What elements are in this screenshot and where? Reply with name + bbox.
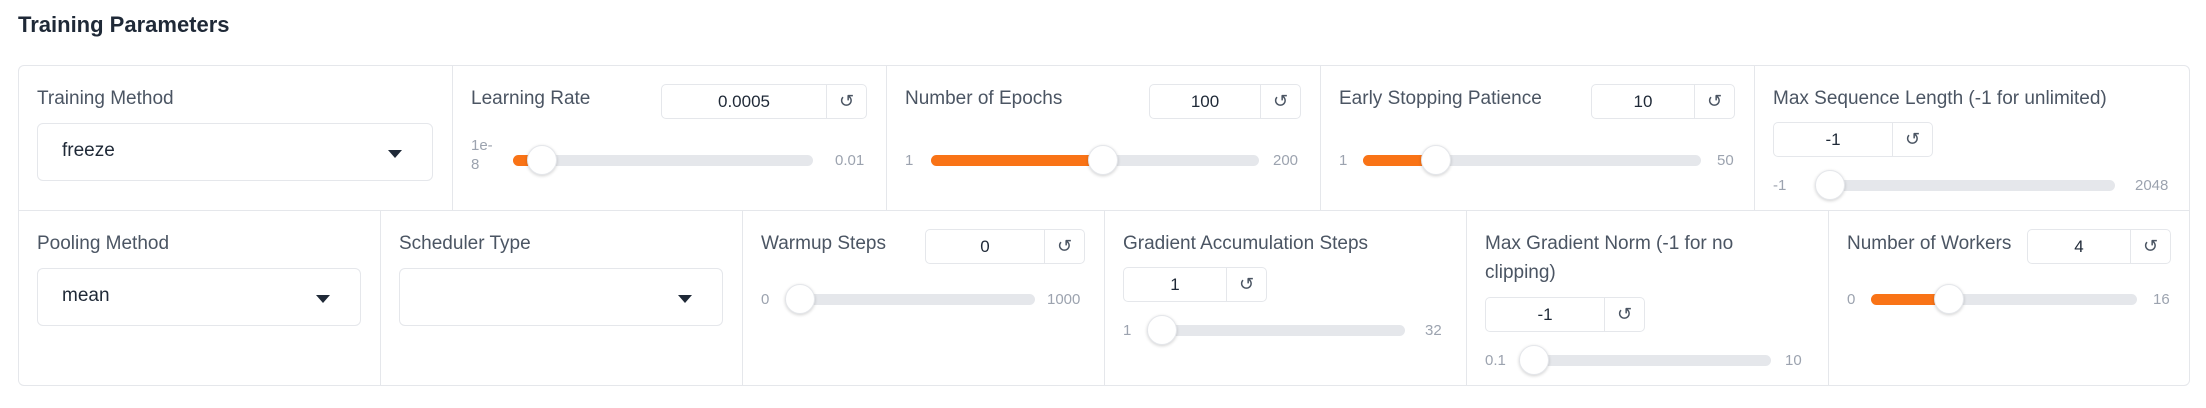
training-method-label: Training Method [37,88,174,109]
scheduler-type-dropdown[interactable] [399,268,723,326]
learning-rate-slider-handle[interactable] [527,145,558,175]
reset-icon[interactable]: ↺ [2130,230,2170,263]
num-epochs-cell: Number of Epochs ↺ 1 200 [887,66,1321,210]
parameters-row-1: Training Method freeze Learning Rate ↺ 1… [19,66,2189,211]
early-stopping-slider-handle[interactable] [1421,145,1452,175]
grad-accum-input[interactable] [1124,268,1226,301]
num-workers-cell: Number of Workers ↺ 0 16 [1829,211,2189,385]
early-stopping-max-label: 50 [1717,152,1734,169]
chevron-down-icon [678,295,692,303]
max-seq-len-max-label: 2048 [2135,177,2169,194]
grad-accum-slider[interactable] [1147,315,1405,345]
num-workers-max-label: 16 [2153,291,2170,308]
warmup-steps-input[interactable] [926,230,1044,263]
scheduler-type-cell: Scheduler Type [381,211,743,385]
max-grad-norm-slider-handle[interactable] [1519,345,1549,375]
grad-accum-max-label: 32 [1425,322,1442,339]
learning-rate-input[interactable] [662,85,826,118]
max-seq-len-input[interactable] [1774,123,1892,156]
num-epochs-slider[interactable] [931,145,1259,175]
training-parameters-panel: Training Method freeze Learning Rate ↺ 1… [18,65,2190,386]
early-stopping-input[interactable] [1592,85,1694,118]
reset-icon[interactable]: ↺ [1226,268,1266,301]
max-grad-norm-slider[interactable] [1519,345,1771,375]
num-workers-min-label: 0 [1847,291,1856,308]
max-seq-len-cell: Max Sequence Length (-1 for unlimited) ↺… [1755,66,2189,210]
num-epochs-number-box: ↺ [1149,84,1301,119]
max-grad-norm-label: Max Gradient Norm (-1 for no clipping) [1485,233,1734,283]
pooling-method-dropdown[interactable]: mean [37,268,361,326]
warmup-steps-label: Warmup Steps [761,233,886,254]
max-grad-norm-input[interactable] [1486,298,1604,331]
warmup-steps-slider[interactable] [785,284,1035,314]
pooling-method-value: mean [62,285,110,306]
learning-rate-cell: Learning Rate ↺ 1e-8 0.01 [453,66,887,210]
grad-accum-number-box: ↺ [1123,267,1267,302]
max-grad-norm-min-label: 0.1 [1485,352,1506,369]
warmup-steps-slider-handle[interactable] [785,284,815,314]
parameters-row-2: Pooling Method mean Scheduler Type Warmu… [19,211,2189,385]
reset-icon[interactable]: ↺ [1604,298,1644,331]
chevron-down-icon [388,150,402,158]
early-stopping-min-label: 1 [1339,152,1348,169]
num-workers-slider[interactable] [1871,284,2137,314]
early-stopping-number-box: ↺ [1591,84,1735,119]
training-method-value: freeze [62,140,115,161]
grad-accum-label: Gradient Accumulation Steps [1123,233,1369,254]
learning-rate-slider[interactable] [513,145,813,175]
learning-rate-max-label: 0.01 [835,152,865,169]
max-seq-len-slider[interactable] [1815,170,2115,200]
reset-icon[interactable]: ↺ [826,85,866,118]
max-grad-norm-cell: Max Gradient Norm (-1 for no clipping) ↺… [1467,211,1829,385]
scheduler-type-label: Scheduler Type [399,233,531,254]
early-stopping-label: Early Stopping Patience [1339,88,1542,109]
num-epochs-slider-handle[interactable] [1087,145,1118,175]
learning-rate-number-box: ↺ [661,84,867,119]
max-seq-len-number-box: ↺ [1773,122,1933,157]
num-epochs-input[interactable] [1150,85,1260,118]
early-stopping-slider[interactable] [1363,145,1701,175]
num-epochs-max-label: 200 [1273,152,1299,169]
max-grad-norm-number-box: ↺ [1485,297,1645,332]
max-grad-norm-max-label: 10 [1785,352,1802,369]
learning-rate-min-label: 1e-8 [471,137,493,173]
reset-icon[interactable]: ↺ [1892,123,1932,156]
grad-accum-min-label: 1 [1123,322,1132,339]
max-seq-len-min-label: -1 [1773,177,1787,194]
num-workers-slider-handle[interactable] [1933,284,1964,314]
reset-icon[interactable]: ↺ [1044,230,1084,263]
pooling-method-cell: Pooling Method mean [19,211,381,385]
chevron-down-icon [316,295,330,303]
training-method-cell: Training Method freeze [19,66,453,210]
section-title: Training Parameters [18,12,230,37]
training-method-dropdown[interactable]: freeze [37,123,433,181]
max-seq-len-slider-handle[interactable] [1815,170,1845,200]
num-workers-number-box: ↺ [2027,229,2171,264]
warmup-steps-number-box: ↺ [925,229,1085,264]
num-workers-label: Number of Workers [1847,233,2012,254]
warmup-steps-min-label: 0 [761,291,770,308]
warmup-steps-cell: Warmup Steps ↺ 0 1000 [743,211,1105,385]
num-workers-input[interactable] [2028,230,2130,263]
num-epochs-min-label: 1 [905,152,914,169]
reset-icon[interactable]: ↺ [1694,85,1734,118]
warmup-steps-max-label: 1000 [1047,291,1081,308]
early-stopping-cell: Early Stopping Patience ↺ 1 50 [1321,66,1755,210]
num-epochs-slider-fill [931,155,1103,166]
max-seq-len-label: Max Sequence Length (-1 for unlimited) [1773,88,2107,109]
num-epochs-label: Number of Epochs [905,88,1063,109]
pooling-method-label: Pooling Method [37,233,170,254]
reset-icon[interactable]: ↺ [1260,85,1300,118]
grad-accum-cell: Gradient Accumulation Steps ↺ 1 32 [1105,211,1467,385]
grad-accum-slider-handle[interactable] [1147,315,1177,345]
learning-rate-label: Learning Rate [471,88,591,109]
